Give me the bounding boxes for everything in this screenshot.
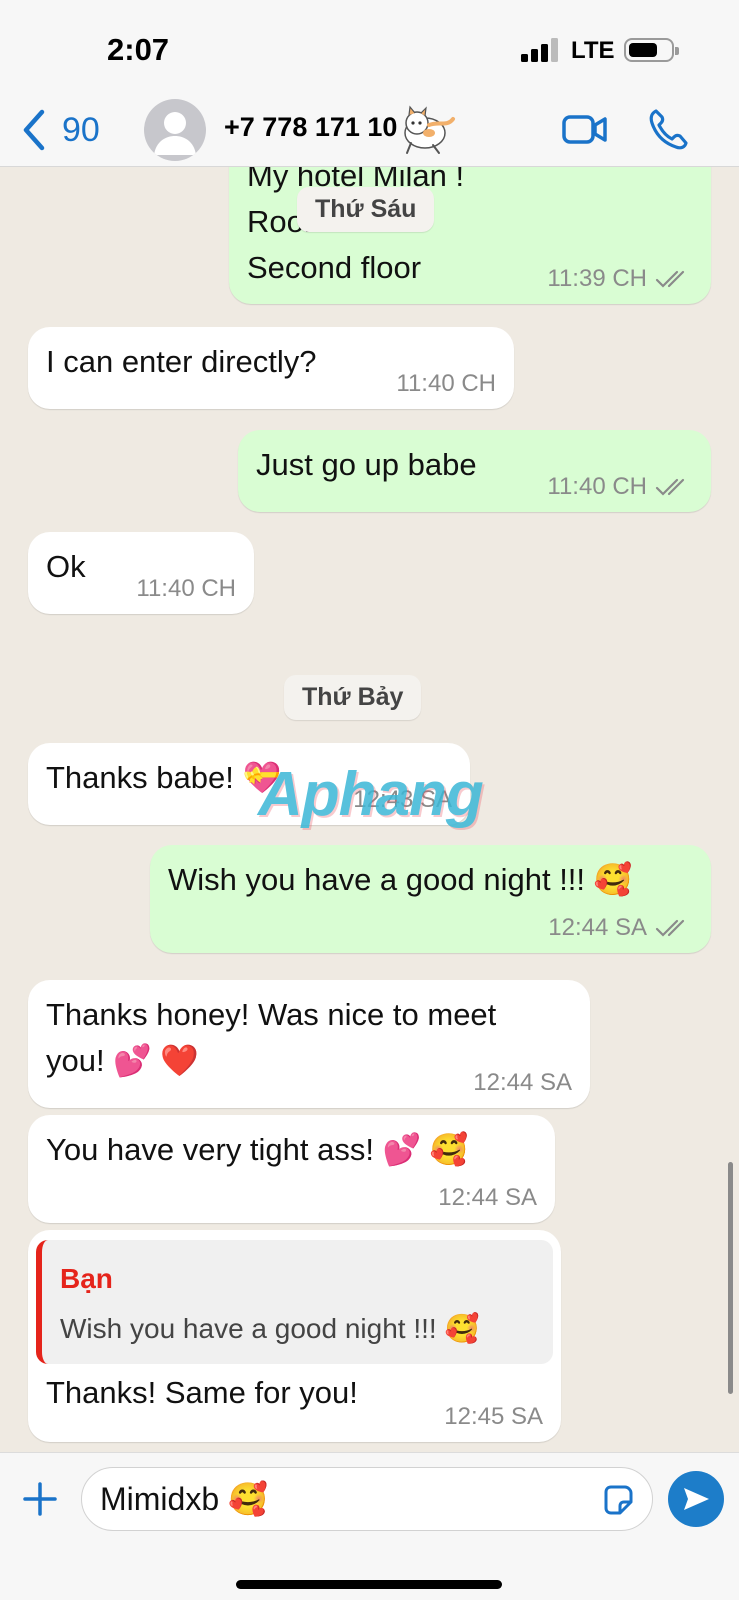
plus-icon[interactable] — [22, 1481, 58, 1517]
quoted-message[interactable]: Bạn Wish you have a good night !!! 🥰 — [36, 1240, 553, 1364]
message-text: Thanks babe! 💝 — [46, 760, 282, 795]
quote-author: Bạn — [60, 1263, 113, 1294]
message-meta: 12:45 SA — [444, 1402, 543, 1432]
message-time: 12:44 SA — [438, 1184, 537, 1211]
message-text: I can enter directly? — [46, 344, 317, 379]
back-button[interactable]: 90 — [20, 107, 100, 153]
network-type: LTE — [571, 37, 615, 64]
message-time: 11:40 CH — [547, 473, 647, 500]
message-time: 12:45 SA — [444, 1403, 543, 1430]
double-check-icon — [655, 270, 685, 288]
day-separator: Thứ Bảy — [284, 675, 422, 720]
cat-sticker-icon — [404, 105, 455, 154]
message-bubble[interactable]: You have very tight ass! 💕 🥰 12:44 SA — [28, 1115, 555, 1223]
message-time: 12:44 SA — [548, 914, 647, 941]
message-bubble[interactable]: My hotel Milan ! Room Second floor 11:39… — [229, 167, 711, 304]
message-input[interactable]: Mimidxb 🥰 — [81, 1467, 653, 1531]
message-time: 11:40 CH — [396, 370, 496, 397]
message-line: you! 💕 ❤️ — [46, 1043, 200, 1078]
phone-icon[interactable] — [648, 107, 688, 151]
message-time: 11:40 CH — [136, 575, 236, 602]
message-meta: 12:44 SA — [548, 913, 693, 943]
message-meta: 12:44 SA — [438, 1183, 537, 1213]
message-meta: 11:40 CH — [396, 369, 496, 399]
message-bubble[interactable]: Bạn Wish you have a good night !!! 🥰 Tha… — [28, 1230, 561, 1442]
home-indicator — [236, 1580, 502, 1589]
message-text: Ok — [46, 549, 86, 584]
avatar[interactable] — [144, 99, 206, 161]
message-line: Second floor — [247, 250, 422, 285]
scrollbar[interactable] — [728, 1162, 733, 1394]
message-meta: 11:40 CH — [136, 574, 236, 604]
message-meta: 11:39 CH — [547, 264, 693, 294]
double-check-icon — [655, 919, 685, 937]
message-bubble[interactable]: Wish you have a good night !!! 🥰 12:44 S… — [150, 845, 711, 953]
message-meta: 12:44 SA — [473, 1068, 572, 1098]
day-separator: Thứ Sáu — [297, 187, 435, 232]
status-bar: 2:07 LTE — [0, 0, 739, 95]
watermark-logo: Aphang — [258, 760, 484, 829]
unread-count: 90 — [62, 110, 100, 149]
send-button[interactable] — [668, 1471, 724, 1527]
message-time: 12:44 SA — [473, 1069, 572, 1096]
quote-text: Wish you have a good night !!! 🥰 — [60, 1313, 480, 1344]
status-time: 2:07 — [107, 32, 170, 67]
chat-area[interactable]: My hotel Milan ! Room Second floor 11:39… — [0, 167, 739, 1452]
message-input-value: Mimidxb 🥰 — [100, 1481, 268, 1517]
chevron-left-icon — [23, 109, 45, 151]
message-meta: 11:40 CH — [547, 472, 693, 502]
battery-icon — [624, 38, 679, 62]
contact-name[interactable]: +7 778 171 10 — [224, 112, 397, 143]
message-bubble[interactable]: Ok 11:40 CH — [28, 532, 254, 614]
message-bubble[interactable]: Just go up babe 11:40 CH — [238, 430, 711, 512]
message-line: Thanks honey! Was nice to meet — [46, 997, 497, 1032]
send-arrow-icon — [684, 1488, 709, 1510]
sticker-icon[interactable] — [600, 1482, 636, 1518]
double-check-icon — [655, 478, 685, 496]
message-text: Just go up babe — [256, 447, 477, 482]
composer-bar: Mimidxb 🥰 — [0, 1452, 739, 1600]
message-text: Wish you have a good night !!! 🥰 — [168, 862, 633, 897]
message-text: You have very tight ass! 💕 🥰 — [46, 1132, 469, 1167]
cellular-signal-icon — [521, 38, 559, 62]
person-icon — [154, 112, 196, 155]
message-bubble[interactable]: Thanks honey! Was nice to meet you! 💕 ❤️… — [28, 980, 590, 1108]
video-camera-icon[interactable] — [562, 109, 608, 149]
message-text: Thanks! Same for you! — [46, 1375, 358, 1410]
message-bubble[interactable]: I can enter directly? 11:40 CH — [28, 327, 514, 409]
message-time: 11:39 CH — [547, 265, 647, 292]
chat-header: 90 +7 778 171 10 — [0, 95, 739, 167]
